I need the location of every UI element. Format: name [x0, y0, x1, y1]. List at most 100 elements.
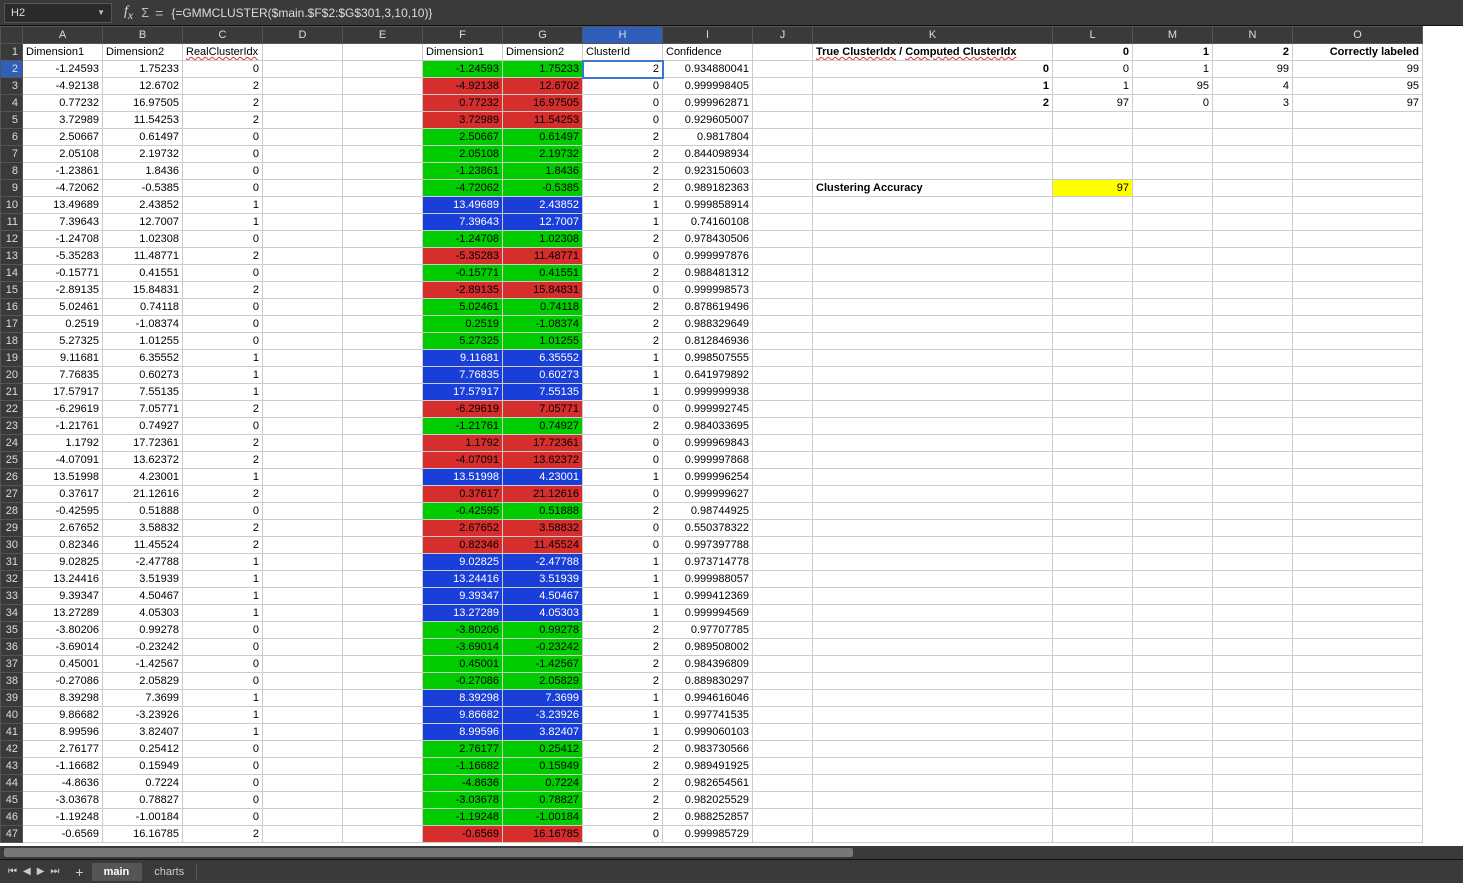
cell-J32[interactable]: [753, 571, 813, 588]
cell-F21[interactable]: 17.57917: [423, 384, 503, 401]
cell-B21[interactable]: 7.55135: [103, 384, 183, 401]
cell-A46[interactable]: -1.19248: [23, 809, 103, 826]
row-header[interactable]: 34: [1, 605, 23, 622]
cell-D31[interactable]: [263, 554, 343, 571]
cell-I17[interactable]: 0.988329649: [663, 316, 753, 333]
cell-B42[interactable]: 0.25412: [103, 741, 183, 758]
cell-D2[interactable]: [263, 61, 343, 78]
cell-K32[interactable]: [813, 571, 1053, 588]
cell-G29[interactable]: 3.58832: [503, 520, 583, 537]
cell-A30[interactable]: 0.82346: [23, 537, 103, 554]
cell-F18[interactable]: 5.27325: [423, 333, 503, 350]
cell-L16[interactable]: [1053, 299, 1133, 316]
cell-K25[interactable]: [813, 452, 1053, 469]
cell-M38[interactable]: [1133, 673, 1213, 690]
cell-H19[interactable]: 1: [583, 350, 663, 367]
cell-F33[interactable]: 9.39347: [423, 588, 503, 605]
cell-B40[interactable]: -3.23926: [103, 707, 183, 724]
cell-K19[interactable]: [813, 350, 1053, 367]
cell-B1[interactable]: Dimension2: [103, 44, 183, 61]
cell-L35[interactable]: [1053, 622, 1133, 639]
cell-E22[interactable]: [343, 401, 423, 418]
cell-B47[interactable]: 16.16785: [103, 826, 183, 843]
cell-B33[interactable]: 4.50467: [103, 588, 183, 605]
cell-O14[interactable]: [1293, 265, 1423, 282]
cell-I36[interactable]: 0.989508002: [663, 639, 753, 656]
cell-D16[interactable]: [263, 299, 343, 316]
cell-B23[interactable]: 0.74927: [103, 418, 183, 435]
cell-O31[interactable]: [1293, 554, 1423, 571]
cell-J19[interactable]: [753, 350, 813, 367]
row-header[interactable]: 28: [1, 503, 23, 520]
cell-O12[interactable]: [1293, 231, 1423, 248]
cell-L1[interactable]: 0: [1053, 44, 1133, 61]
cell-H16[interactable]: 2: [583, 299, 663, 316]
cell-E30[interactable]: [343, 537, 423, 554]
cell-H35[interactable]: 2: [583, 622, 663, 639]
cell-I20[interactable]: 0.641979892: [663, 367, 753, 384]
cell-N42[interactable]: [1213, 741, 1293, 758]
cell-G27[interactable]: 21.12616: [503, 486, 583, 503]
cell-M31[interactable]: [1133, 554, 1213, 571]
cell-B5[interactable]: 11.54253: [103, 112, 183, 129]
cell-N21[interactable]: [1213, 384, 1293, 401]
cell-K21[interactable]: [813, 384, 1053, 401]
cell-G37[interactable]: -1.42567: [503, 656, 583, 673]
cell-H30[interactable]: 0: [583, 537, 663, 554]
cell-F16[interactable]: 5.02461: [423, 299, 503, 316]
cell-C34[interactable]: 1: [183, 605, 263, 622]
cell-I24[interactable]: 0.999969843: [663, 435, 753, 452]
cell-H27[interactable]: 0: [583, 486, 663, 503]
cell-J25[interactable]: [753, 452, 813, 469]
cell-J10[interactable]: [753, 197, 813, 214]
cell-C27[interactable]: 2: [183, 486, 263, 503]
cell-E25[interactable]: [343, 452, 423, 469]
row-header[interactable]: 17: [1, 316, 23, 333]
cell-F39[interactable]: 8.39298: [423, 690, 503, 707]
cell-J7[interactable]: [753, 146, 813, 163]
cell-F10[interactable]: 13.49689: [423, 197, 503, 214]
cell-O42[interactable]: [1293, 741, 1423, 758]
cell-D9[interactable]: [263, 180, 343, 197]
cell-I7[interactable]: 0.844098934: [663, 146, 753, 163]
cell-D28[interactable]: [263, 503, 343, 520]
cell-L19[interactable]: [1053, 350, 1133, 367]
cell-N16[interactable]: [1213, 299, 1293, 316]
cell-D23[interactable]: [263, 418, 343, 435]
cell-I9[interactable]: 0.989182363: [663, 180, 753, 197]
row-header[interactable]: 6: [1, 129, 23, 146]
cell-A38[interactable]: -0.27086: [23, 673, 103, 690]
cell-E39[interactable]: [343, 690, 423, 707]
cell-A15[interactable]: -2.89135: [23, 282, 103, 299]
cell-K4[interactable]: 2: [813, 95, 1053, 112]
cell-C19[interactable]: 1: [183, 350, 263, 367]
cell-L20[interactable]: [1053, 367, 1133, 384]
cell-F17[interactable]: 0.2519: [423, 316, 503, 333]
cell-M29[interactable]: [1133, 520, 1213, 537]
cell-H32[interactable]: 1: [583, 571, 663, 588]
cell-F25[interactable]: -4.07091: [423, 452, 503, 469]
cell-G6[interactable]: 0.61497: [503, 129, 583, 146]
cell-F6[interactable]: 2.50667: [423, 129, 503, 146]
cell-L44[interactable]: [1053, 775, 1133, 792]
cell-M7[interactable]: [1133, 146, 1213, 163]
cell-A26[interactable]: 13.51998: [23, 469, 103, 486]
cell-O21[interactable]: [1293, 384, 1423, 401]
cell-G20[interactable]: 0.60273: [503, 367, 583, 384]
row-header[interactable]: 33: [1, 588, 23, 605]
cell-O35[interactable]: [1293, 622, 1423, 639]
cell-I22[interactable]: 0.999992745: [663, 401, 753, 418]
cell-G19[interactable]: 6.35552: [503, 350, 583, 367]
column-header-B[interactable]: B: [103, 27, 183, 44]
cell-K22[interactable]: [813, 401, 1053, 418]
cell-A20[interactable]: 7.76835: [23, 367, 103, 384]
cell-D44[interactable]: [263, 775, 343, 792]
cell-M27[interactable]: [1133, 486, 1213, 503]
cell-F24[interactable]: 1.1792: [423, 435, 503, 452]
row-header[interactable]: 45: [1, 792, 23, 809]
row-header[interactable]: 35: [1, 622, 23, 639]
cell-K17[interactable]: [813, 316, 1053, 333]
cell-F9[interactable]: -4.72062: [423, 180, 503, 197]
cell-L4[interactable]: 97: [1053, 95, 1133, 112]
column-header-L[interactable]: L: [1053, 27, 1133, 44]
